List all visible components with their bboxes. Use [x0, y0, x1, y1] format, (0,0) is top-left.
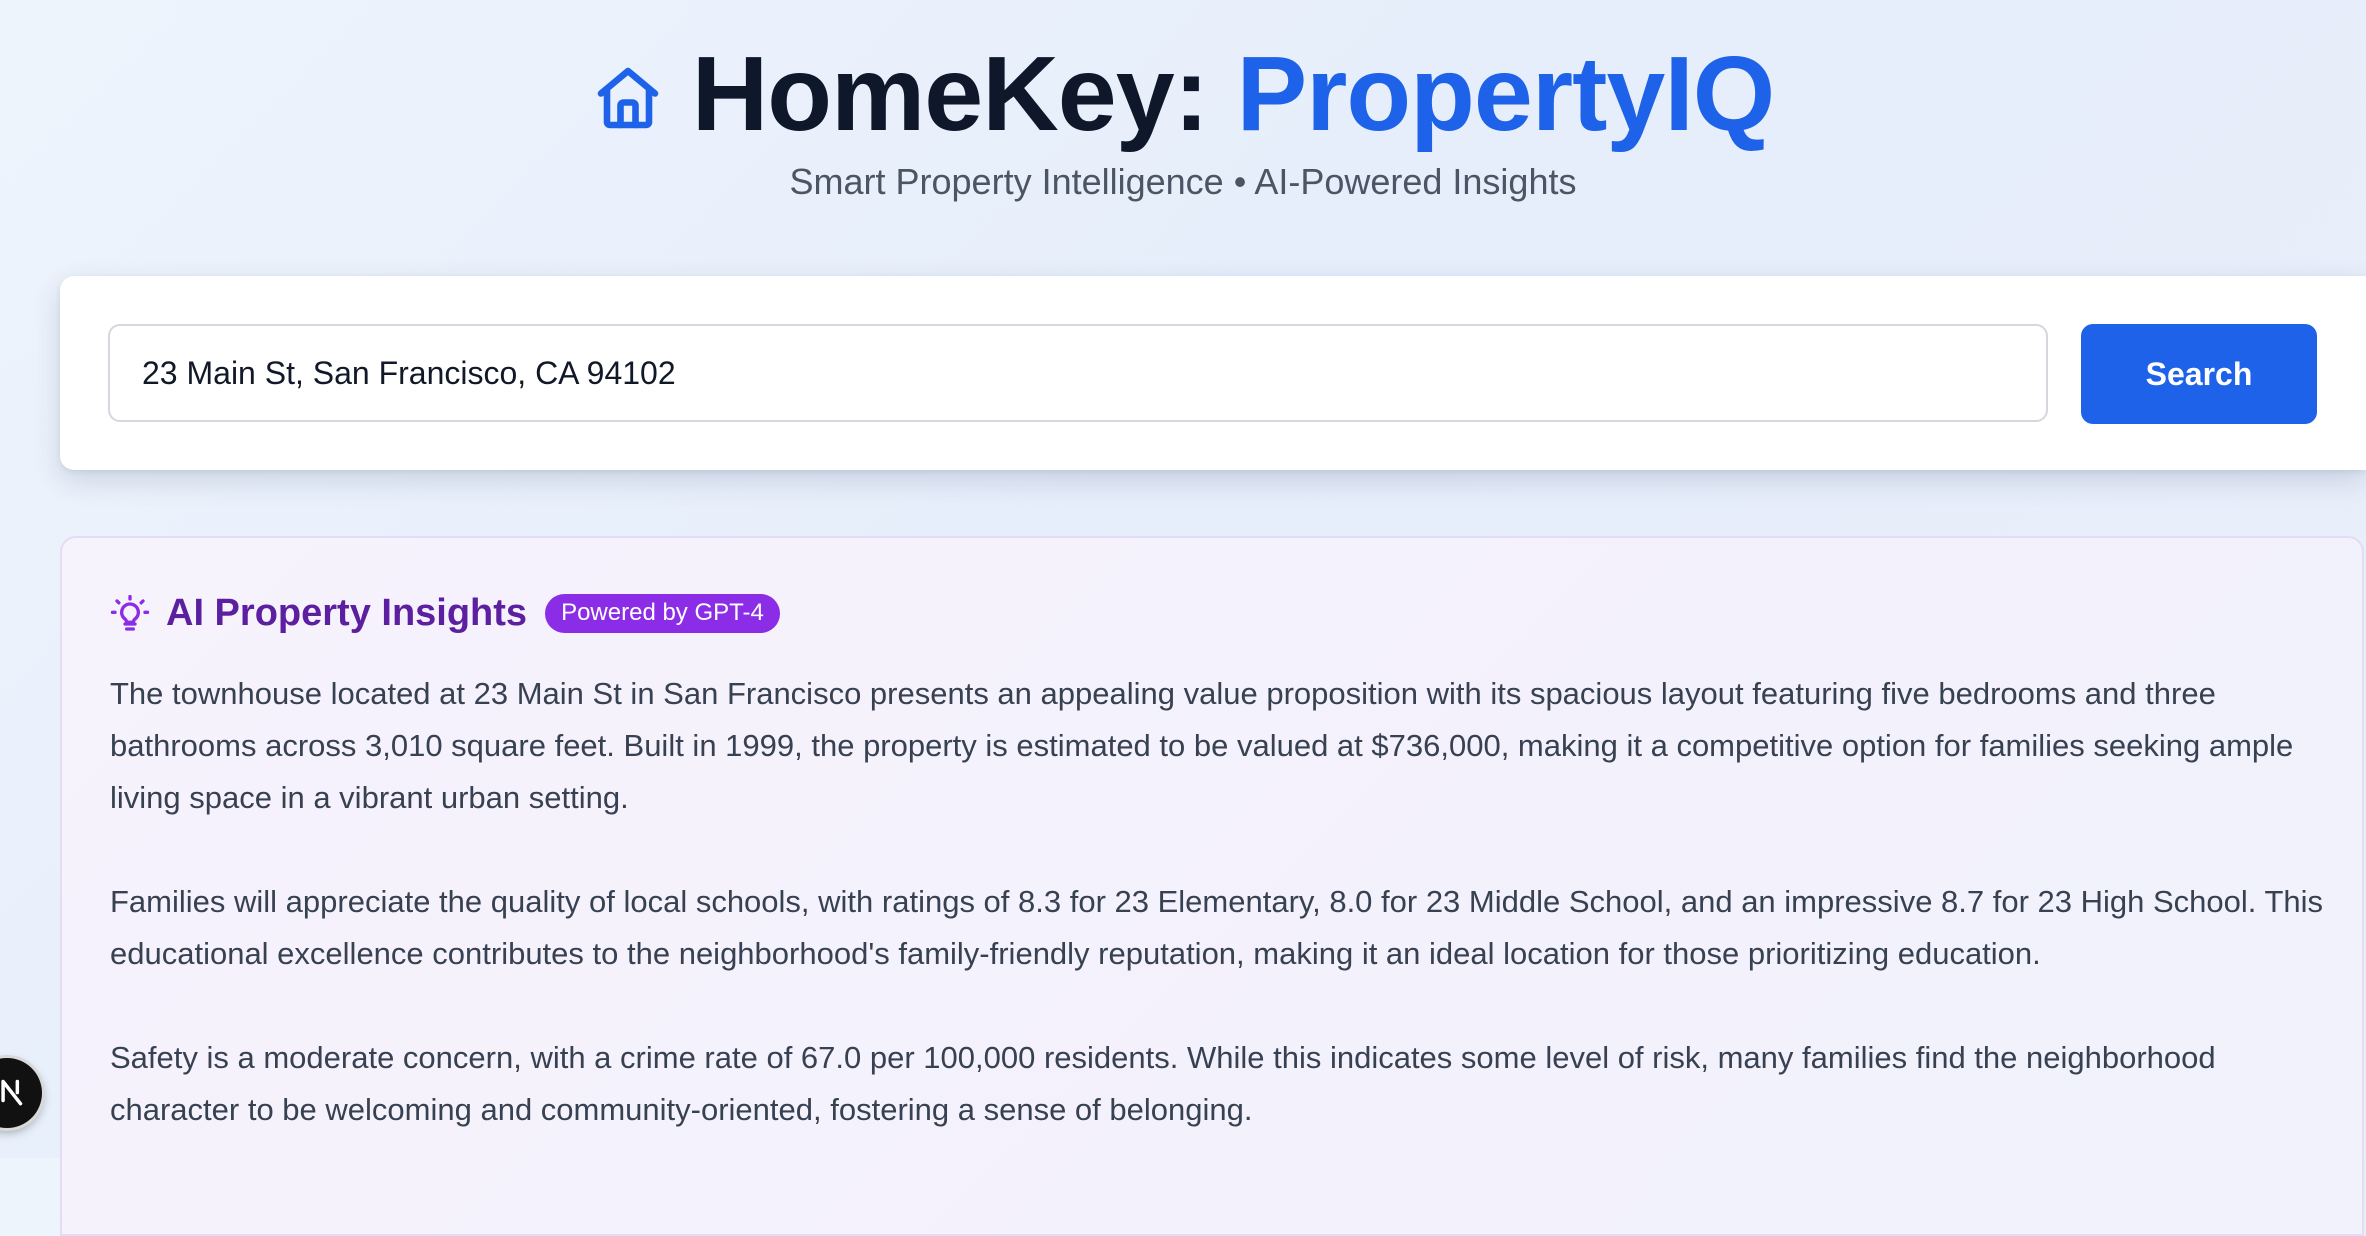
- insight-paragraph: Families will appreciate the quality of …: [110, 884, 2324, 971]
- title-row: HomeKey: PropertyIQ: [0, 38, 2366, 150]
- page-title: HomeKey: PropertyIQ: [691, 35, 1776, 153]
- insight-paragraph: The townhouse located at 23 Main St in S…: [110, 676, 2294, 815]
- ai-insights-card: AI Property Insights Powered by GPT-4 Th…: [60, 536, 2364, 1236]
- search-button[interactable]: Search: [2081, 324, 2317, 424]
- insights-body: The townhouse located at 23 Main St in S…: [110, 668, 2350, 1188]
- nextjs-dev-indicator[interactable]: [0, 1058, 42, 1128]
- lightbulb-icon: [110, 594, 150, 634]
- insights-title: AI Property Insights: [166, 592, 528, 634]
- address-search-input[interactable]: [108, 324, 2048, 422]
- page-subtitle: Smart Property Intelligence • AI-Powered…: [789, 161, 1577, 202]
- insights-header: AI Property Insights Powered by GPT-4: [110, 592, 780, 635]
- home-icon: [592, 62, 664, 134]
- gpt-badge: Powered by GPT-4: [545, 594, 780, 633]
- page-title-main: HomeKey:: [691, 35, 1237, 153]
- nextjs-logo-icon: [0, 1072, 42, 1115]
- page-title-accent: PropertyIQ: [1236, 35, 1775, 153]
- insight-paragraph: Safety is a moderate concern, with a cri…: [110, 1040, 2216, 1127]
- search-card: Search: [60, 276, 2366, 470]
